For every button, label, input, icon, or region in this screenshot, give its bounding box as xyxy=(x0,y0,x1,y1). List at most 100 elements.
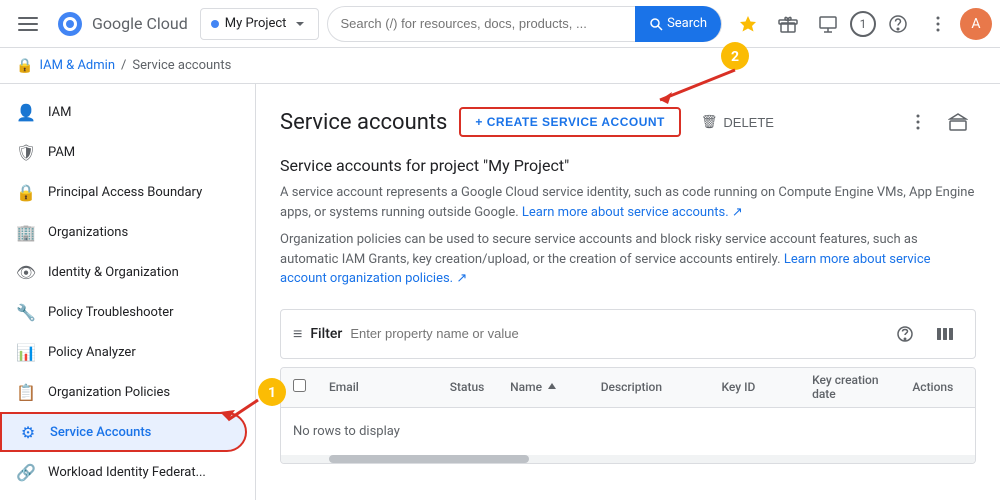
service-accounts-icon: ⚙ xyxy=(18,422,38,442)
checkbox-col xyxy=(293,379,329,396)
content-header: Service accounts + CREATE SERVICE ACCOUN… xyxy=(280,104,976,140)
sidebar-item-organizations[interactable]: 🏢 Organizations xyxy=(0,212,247,252)
breadcrumb-current: Service accounts xyxy=(132,58,231,73)
learn-button[interactable] xyxy=(940,104,976,140)
troubleshooter-icon: 🔧 xyxy=(16,302,36,322)
user-avatar[interactable]: A xyxy=(960,8,992,40)
sidebar-item-service-accounts[interactable]: ⚙ Service Accounts xyxy=(0,412,247,452)
info-section: Service accounts for project "My Project… xyxy=(280,156,976,289)
filter-help-button[interactable] xyxy=(887,316,923,352)
sidebar-item-policy-analyzer[interactable]: 📊 Policy Analyzer xyxy=(0,332,247,372)
more-vert-icon xyxy=(909,113,927,131)
main-layout: 👤 IAM 🛡 PAM 🔒 Principal Access Boundary … xyxy=(0,84,1000,500)
breadcrumb: 🔒 IAM & Admin / Service accounts xyxy=(0,48,1000,84)
sidebar-item-label: Policy Analyzer xyxy=(48,345,136,360)
sidebar-item-policy-troubleshooter[interactable]: 🔧 Policy Troubleshooter xyxy=(0,292,247,332)
search-button[interactable]: Search xyxy=(635,6,721,42)
shield-icon: 🔒 xyxy=(16,58,33,74)
sort-asc-icon xyxy=(546,381,558,393)
iam-icon: 👤 xyxy=(16,102,36,122)
help-button[interactable] xyxy=(880,6,916,42)
columns-button[interactable] xyxy=(927,316,963,352)
col-description: Description xyxy=(601,380,722,394)
project-name: My Project xyxy=(225,16,287,31)
more-button[interactable] xyxy=(900,104,936,140)
notifications-area: 1 xyxy=(850,11,876,37)
col-status: Status xyxy=(450,380,510,394)
col-actions: Actions xyxy=(903,380,963,394)
learn-more-link-2[interactable]: Learn more about service account organiz… xyxy=(280,252,931,287)
org-icon: 🏢 xyxy=(16,222,36,242)
gift-button[interactable] xyxy=(770,6,806,42)
col-email: Email xyxy=(329,380,450,394)
chevron-down-icon xyxy=(292,16,308,32)
search-btn-label: Search xyxy=(667,16,707,31)
sidebar-item-label: Identity & Organization xyxy=(48,265,179,280)
sidebar-item-identity-org[interactable]: 👁 Identity & Organization xyxy=(0,252,247,292)
logo-text: Google Cloud xyxy=(92,14,188,33)
col-keydate: Key creation date xyxy=(812,373,903,401)
logo-area: Google Cloud xyxy=(56,10,188,38)
page-title: Service accounts xyxy=(280,110,447,135)
pab-icon: 🔒 xyxy=(16,182,36,202)
sidebar-item-workload-identity[interactable]: 🔗 Workload Identity Federat... xyxy=(0,452,247,492)
filter-bar: ≡ Filter xyxy=(280,309,976,359)
more-options-button[interactable] xyxy=(920,6,956,42)
identity-icon: 👁 xyxy=(16,262,36,282)
search-icon xyxy=(649,17,663,31)
sidebar-item-workforce-identity[interactable]: 🔗 Workforce Identity Federa... xyxy=(0,492,247,500)
screen-icon xyxy=(818,14,838,34)
breadcrumb-separator: / xyxy=(121,58,126,73)
filter-icon: ≡ xyxy=(293,324,302,344)
info-text-1: A service account represents a Google Cl… xyxy=(280,183,976,222)
sidebar-item-iam[interactable]: 👤 IAM xyxy=(0,92,247,132)
select-all-checkbox[interactable] xyxy=(293,379,306,392)
org-policies-icon: 📋 xyxy=(16,382,36,402)
filter-input[interactable] xyxy=(350,326,879,341)
delete-label: DELETE xyxy=(723,115,774,130)
scrollbar[interactable] xyxy=(281,455,975,463)
filter-label: Filter xyxy=(310,326,342,342)
header-icons xyxy=(900,104,976,140)
sidebar-item-org-policies[interactable]: 📋 Organization Policies xyxy=(0,372,247,412)
graduation-icon xyxy=(948,112,968,132)
more-icon xyxy=(928,14,948,34)
col-name[interactable]: Name xyxy=(510,380,601,394)
breadcrumb-parent[interactable]: IAM & Admin xyxy=(39,58,115,73)
columns-icon xyxy=(936,325,954,343)
google-cloud-logo-icon xyxy=(56,10,84,38)
notifications-button[interactable]: 1 xyxy=(850,11,876,37)
table-header: Email Status Name Description Key ID Key… xyxy=(281,368,975,408)
search-input[interactable] xyxy=(340,16,635,31)
sidebar: 👤 IAM 🛡 PAM 🔒 Principal Access Boundary … xyxy=(0,84,256,500)
gift-icon xyxy=(778,14,798,34)
topbar: Google Cloud My Project Search xyxy=(0,0,1000,48)
delete-icon: 🗑 xyxy=(701,114,718,130)
help-icon xyxy=(888,14,908,34)
table: Email Status Name Description Key ID Key… xyxy=(280,367,976,464)
starred-button[interactable] xyxy=(730,6,766,42)
pam-icon: 🛡 xyxy=(16,142,36,162)
search-bar[interactable]: Search xyxy=(327,6,722,42)
col-keyid: Key ID xyxy=(721,380,812,394)
sidebar-item-label: Principal Access Boundary xyxy=(48,185,202,200)
delete-button[interactable]: 🗑 DELETE xyxy=(693,108,782,136)
info-text-2: Organization policies can be used to sec… xyxy=(280,230,976,289)
learn-more-link-1[interactable]: Learn more about service accounts. ↗ xyxy=(522,205,743,220)
menu-button[interactable] xyxy=(8,4,48,44)
sidebar-item-label: Service Accounts xyxy=(50,425,151,440)
sidebar-item-label: IAM xyxy=(48,105,71,120)
create-service-account-button[interactable]: + CREATE SERVICE ACCOUNT xyxy=(459,107,680,137)
info-title: Service accounts for project "My Project… xyxy=(280,156,976,175)
sidebar-item-pab[interactable]: 🔒 Principal Access Boundary xyxy=(0,172,247,212)
sidebar-item-label: Workload Identity Federat... xyxy=(48,465,206,480)
scrollbar-thumb xyxy=(329,455,529,463)
analyzer-icon: 📊 xyxy=(16,342,36,362)
screen-button[interactable] xyxy=(810,6,846,42)
workload-icon: 🔗 xyxy=(16,462,36,482)
sidebar-item-label: PAM xyxy=(48,145,75,160)
content-area: Service accounts + CREATE SERVICE ACCOUN… xyxy=(256,84,1000,500)
sidebar-item-pam[interactable]: 🛡 PAM xyxy=(0,132,247,172)
sidebar-item-label: Organization Policies xyxy=(48,385,170,400)
project-selector[interactable]: My Project xyxy=(200,8,320,40)
